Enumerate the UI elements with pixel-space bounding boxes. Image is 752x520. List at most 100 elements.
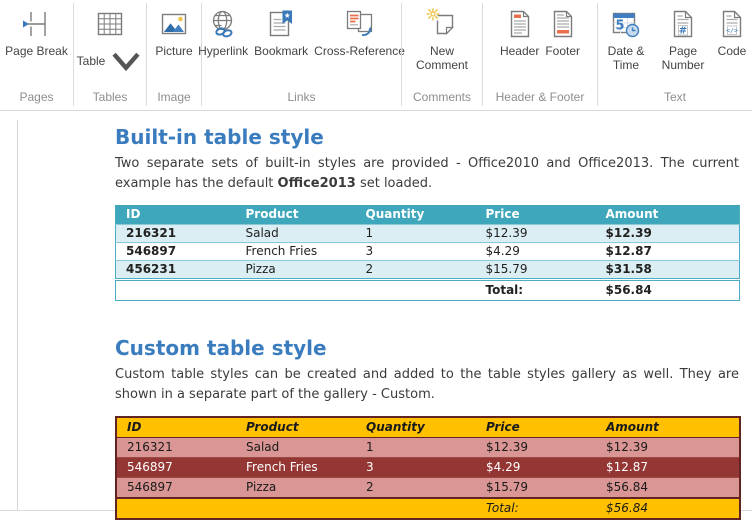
section-heading-custom[interactable]: Custom table style [115, 336, 739, 360]
table-cell[interactable]: $12.39 [596, 438, 740, 458]
paragraph-text: set loaded. [356, 176, 432, 191]
table-header-row: ID Product Quantity Price Amount [116, 205, 740, 225]
column-header[interactable]: ID [116, 417, 236, 438]
ribbon-group-links: Hyperlink ★ Bookmark [202, 0, 401, 110]
table-cell[interactable]: 216321 [116, 225, 236, 243]
group-label-image: Image [147, 89, 201, 110]
total-value-cell[interactable]: $56.84 [596, 280, 740, 301]
table-cell[interactable]: $12.39 [476, 438, 596, 458]
page-number-button[interactable]: # Page Number [654, 5, 712, 73]
picture-button[interactable]: Picture [152, 5, 195, 58]
table-cell[interactable]: 546897 [116, 478, 236, 499]
ribbon-group-image: Picture Image [147, 0, 201, 110]
group-label-text: Text [598, 89, 752, 110]
table-cell[interactable]: $12.39 [596, 225, 740, 243]
table-cell[interactable] [236, 280, 356, 301]
column-header[interactable]: ID [116, 205, 236, 225]
new-comment-button[interactable]: New Comment [407, 5, 477, 73]
table-cell[interactable]: Salad [236, 438, 356, 458]
table-cell[interactable]: French Fries [236, 243, 356, 261]
table-row: 456231Pizza2$15.79$31.58 [116, 261, 740, 280]
new-comment-icon [425, 7, 459, 41]
date-time-button[interactable]: 5 Date & Time [598, 5, 654, 73]
bookmark-icon: ★ [264, 7, 298, 41]
code-button[interactable]: </> Code [712, 5, 752, 58]
group-label-tables: Tables [74, 89, 146, 110]
document-canvas[interactable]: Built-in table style Two separate sets o… [0, 111, 752, 517]
table-cell[interactable]: 3 [356, 243, 476, 261]
button-label: Footer [545, 44, 580, 58]
table-cell[interactable] [116, 280, 236, 301]
column-header[interactable]: Quantity [356, 417, 476, 438]
total-label-cell[interactable]: Total: [476, 498, 596, 519]
table-cell[interactable]: French Fries [236, 458, 356, 478]
table-cell[interactable] [236, 498, 356, 519]
table-row: 546897Pizza2$15.79$56.84 [116, 478, 740, 499]
table-cell[interactable]: $4.29 [476, 243, 596, 261]
cross-reference-button[interactable]: Cross-Reference [311, 5, 408, 58]
table-cell[interactable]: $12.39 [476, 225, 596, 243]
button-label: Date & Time [601, 44, 651, 73]
column-header[interactable]: Price [476, 417, 596, 438]
total-value-cell[interactable]: $56.84 [596, 498, 740, 519]
document-content: Built-in table style Two separate sets o… [115, 125, 739, 520]
page-break-button[interactable]: Page Break [2, 5, 71, 58]
ribbon-group-header-footer: Header Footer Header & Footer [483, 0, 597, 110]
section-heading-built-in[interactable]: Built-in table style [115, 125, 739, 149]
table-cell[interactable]: $12.87 [596, 458, 740, 478]
table-cell[interactable] [356, 280, 476, 301]
button-label: Page Number [657, 44, 709, 73]
bookmark-button[interactable]: ★ Bookmark [251, 5, 311, 58]
group-label-pages: Pages [0, 89, 73, 110]
header-button[interactable]: Header [497, 5, 542, 58]
table-cell[interactable]: 2 [356, 478, 476, 499]
column-header[interactable]: Product [236, 205, 356, 225]
group-label-links: Links [202, 89, 401, 110]
table-cell[interactable]: 546897 [116, 458, 236, 478]
table-cell[interactable]: $4.29 [476, 458, 596, 478]
table-row: 546897French Fries3$4.29$12.87 [116, 458, 740, 478]
table-cell[interactable]: $56.84 [596, 478, 740, 499]
built-in-style-table[interactable]: ID Product Quantity Price Amount 216321S… [115, 205, 740, 301]
table-cell[interactable]: Pizza [236, 261, 356, 280]
table-cell[interactable]: $15.79 [476, 478, 596, 499]
footer-button[interactable]: Footer [542, 5, 583, 58]
table-cell[interactable]: 216321 [116, 438, 236, 458]
table-cell[interactable]: 1 [356, 438, 476, 458]
table-cell[interactable] [116, 498, 236, 519]
ribbon-group-tables: Table Tables [74, 0, 146, 110]
table-cell[interactable]: $31.58 [596, 261, 740, 280]
table-cell[interactable]: Salad [236, 225, 356, 243]
table-row: 546897French Fries3$4.29$12.87 [116, 243, 740, 261]
table-cell[interactable] [356, 498, 476, 519]
picture-icon [157, 7, 191, 41]
table-cell[interactable]: 546897 [116, 243, 236, 261]
paragraph-bold-text: Office2013 [278, 176, 356, 191]
column-header[interactable]: Amount [596, 205, 740, 225]
button-label: Table [77, 54, 106, 68]
column-header[interactable]: Product [236, 417, 356, 438]
column-header[interactable]: Amount [596, 417, 740, 438]
hyperlink-button[interactable]: Hyperlink [195, 5, 251, 58]
paragraph-custom[interactable]: Custom table styles can be created and a… [115, 365, 739, 405]
column-header[interactable]: Price [476, 205, 596, 225]
table-cell[interactable]: 3 [356, 458, 476, 478]
cross-reference-icon [343, 7, 377, 41]
table-cell[interactable]: 1 [356, 225, 476, 243]
table-cell[interactable]: 456231 [116, 261, 236, 280]
svg-text:★: ★ [284, 11, 291, 20]
total-label-cell[interactable]: Total: [476, 280, 596, 301]
ribbon-group-comments: New Comment Comments [402, 0, 482, 110]
table-total-row: Total: $56.84 [116, 280, 740, 301]
svg-text:</>: </> [726, 27, 738, 35]
custom-style-table[interactable]: ID Product Quantity Price Amount 216321S… [115, 416, 741, 520]
table-cell[interactable]: Pizza [236, 478, 356, 499]
table-button[interactable]: Table [74, 5, 147, 78]
table-cell[interactable]: 2 [356, 261, 476, 280]
table-cell[interactable]: $15.79 [476, 261, 596, 280]
column-header[interactable]: Quantity [356, 205, 476, 225]
ribbon: Page Break Pages Table Tables [0, 0, 752, 111]
table-cell[interactable]: $12.87 [596, 243, 740, 261]
paragraph-built-in[interactable]: Two separate sets of built-in styles are… [115, 154, 739, 194]
date-time-icon: 5 [609, 7, 643, 41]
